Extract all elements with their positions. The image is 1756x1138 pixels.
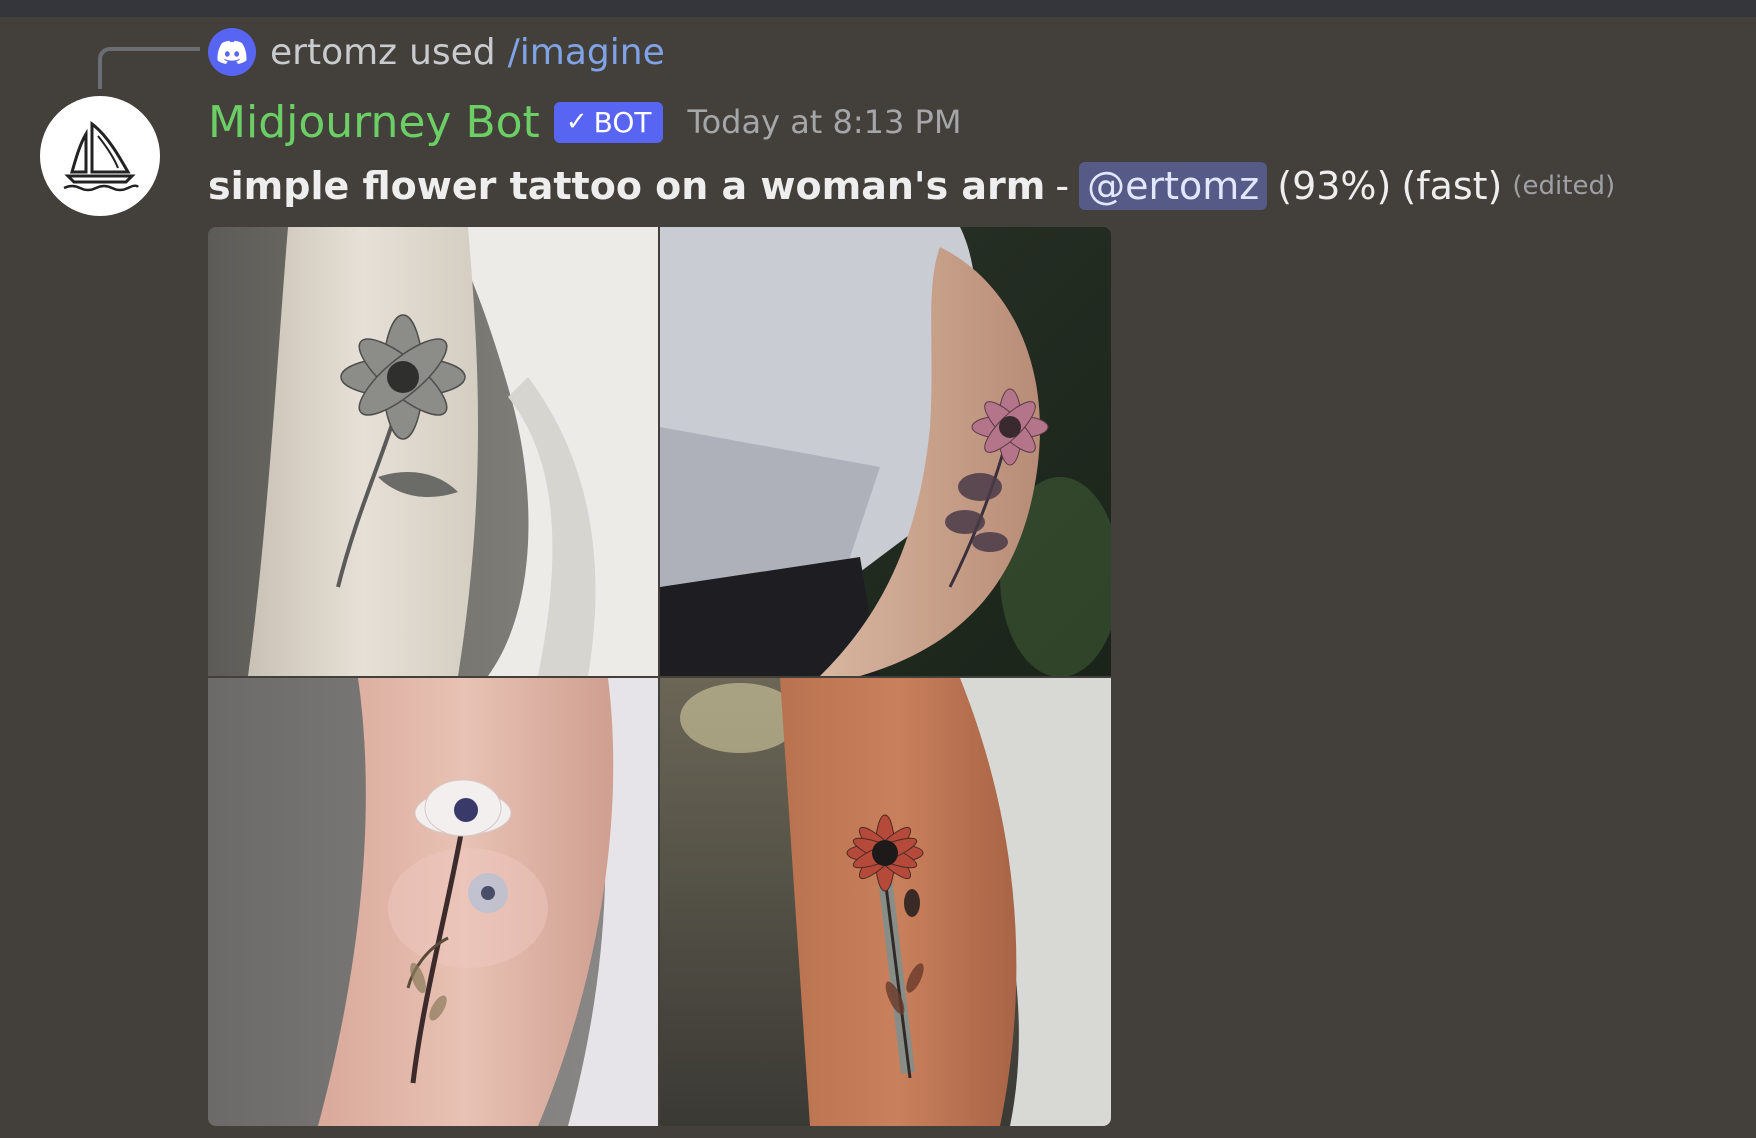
top-bar — [0, 0, 1756, 17]
reply-used-text: used — [409, 31, 496, 73]
progress-text: (93%) — [1277, 164, 1392, 208]
grid-image-3[interactable] — [208, 678, 658, 1126]
reply-command[interactable]: /imagine — [508, 32, 665, 73]
reply-connector — [98, 47, 200, 89]
message-content: simple flower tattoo on a woman's arm - … — [208, 156, 1615, 216]
user-mention[interactable]: @ertomz — [1079, 162, 1268, 210]
separator-dash: - — [1055, 164, 1070, 208]
discord-icon — [208, 28, 256, 76]
bot-badge-label: BOT — [593, 105, 652, 139]
avatar[interactable] — [40, 96, 160, 216]
image-grid[interactable] — [208, 227, 1111, 1126]
prompt-text: simple flower tattoo on a woman's arm — [208, 164, 1046, 208]
sailboat-icon — [63, 120, 140, 192]
mode-text: (fast) — [1401, 164, 1503, 208]
author-name[interactable]: Midjourney Bot — [208, 97, 540, 148]
grid-image-1[interactable] — [208, 227, 658, 676]
check-icon: ✓ — [565, 107, 588, 137]
command-reply[interactable]: ertomz used /imagine — [208, 28, 665, 76]
grid-image-4[interactable] — [660, 678, 1111, 1126]
edited-label: (edited) — [1512, 171, 1616, 201]
message-header: Midjourney Bot ✓ BOT Today at 8:13 PM — [208, 94, 961, 150]
grid-image-2[interactable] — [660, 227, 1111, 676]
reply-username[interactable]: ertomz — [270, 32, 397, 73]
bot-badge: ✓ BOT — [553, 101, 664, 143]
timestamp: Today at 8:13 PM — [687, 103, 962, 141]
